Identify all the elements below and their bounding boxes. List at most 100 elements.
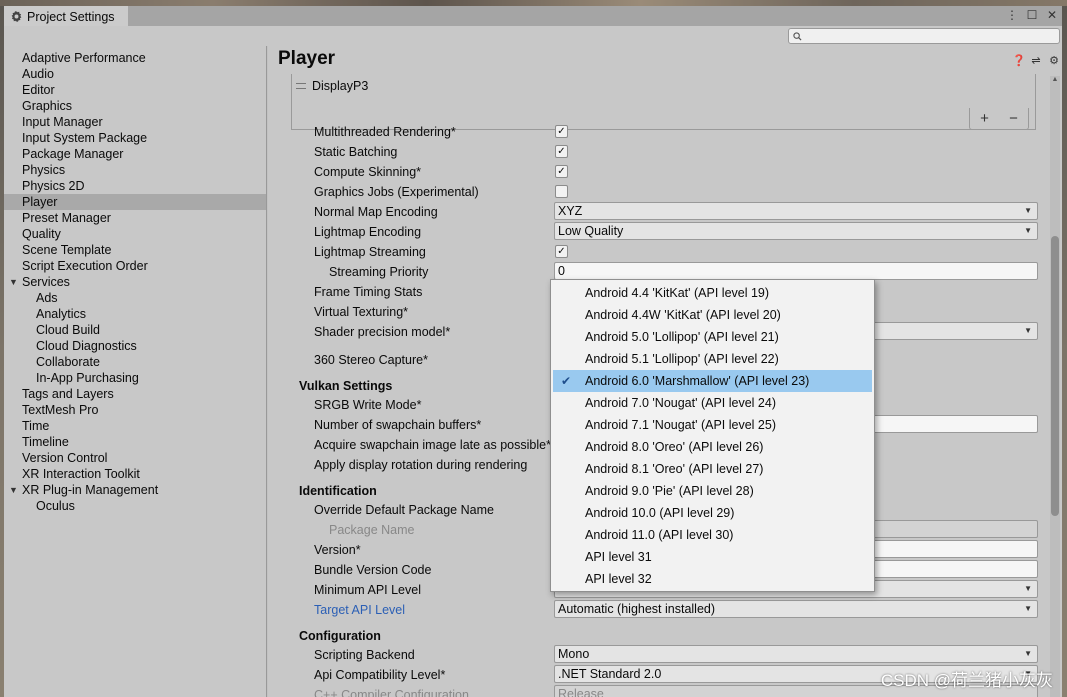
sidebar-item[interactable]: Input Manager: [4, 114, 266, 130]
sidebar-item[interactable]: Physics 2D: [4, 178, 266, 194]
api-level-option[interactable]: Android 11.0 (API level 30): [551, 524, 874, 546]
api-level-option[interactable]: Android 4.4W 'KitKat' (API level 20): [551, 304, 874, 326]
sidebar-item-label: Adaptive Performance: [22, 51, 146, 65]
compute-skinning-checkbox[interactable]: ✓: [555, 165, 568, 178]
sidebar-item[interactable]: Physics: [4, 162, 266, 178]
sidebar-item[interactable]: ▼ XR Plug-in Management: [4, 482, 266, 498]
api-level-option[interactable]: ✔ Android 6.0 'Marshmallow' (API level 23…: [553, 370, 872, 392]
sidebar-item[interactable]: Player: [4, 194, 266, 210]
configuration-header: Configuration: [299, 629, 381, 643]
sidebar-item-label: TextMesh Pro: [22, 403, 99, 417]
cpp-compiler-label: C++ Compiler Configuration: [314, 688, 469, 697]
target-api-level-popup: Android 4.4 'KitKat' (API level 19) Andro…: [550, 279, 875, 592]
chevron-down-icon: ▼: [1024, 226, 1032, 235]
api-level-option[interactable]: Android 5.0 'Lollipop' (API level 21): [551, 326, 874, 348]
sidebar-item[interactable]: Package Manager: [4, 146, 266, 162]
tab-title: Project Settings: [27, 9, 115, 24]
sidebar-item-label: Ads: [36, 291, 58, 305]
list-item-label: DisplayP3: [312, 79, 369, 93]
sidebar-item-label: Editor: [22, 83, 55, 97]
lightmap-streaming-checkbox[interactable]: ✓: [555, 245, 568, 258]
list-item[interactable]: DisplayP3: [296, 79, 368, 93]
sidebar-item-label: Scene Template: [22, 243, 112, 257]
sidebar-item[interactable]: Tags and Layers: [4, 386, 266, 402]
sidebar-item-label: Graphics: [22, 99, 73, 113]
api-level-option[interactable]: Android 5.1 'Lollipop' (API level 22): [551, 348, 874, 370]
sidebar-item-label: XR Plug-in Management: [22, 483, 159, 497]
lightmap-encoding-dropdown[interactable]: Low Quality ▼: [554, 222, 1038, 240]
add-icon[interactable]: +: [980, 110, 989, 127]
swapchain-buffers-label: Number of swapchain buffers*: [314, 418, 482, 432]
close-icon[interactable]: ✕: [1046, 8, 1058, 22]
dropdown-value: Low Quality: [558, 224, 624, 238]
api-level-option[interactable]: API level 31: [551, 546, 874, 568]
option-label: Android 7.0 'Nougat' (API level 24): [585, 396, 776, 410]
sidebar-item[interactable]: Quality: [4, 226, 266, 242]
caret-down-icon[interactable]: ▼: [9, 482, 18, 498]
preset-icon[interactable]: ⇌: [1030, 54, 1042, 67]
api-level-option[interactable]: Android 8.0 'Oreo' (API level 26): [551, 436, 874, 458]
sidebar-item[interactable]: Timeline: [4, 434, 266, 450]
sidebar-item[interactable]: Ads: [4, 290, 266, 306]
streaming-priority-field[interactable]: 0: [554, 262, 1038, 280]
sidebar-item[interactable]: Script Execution Order: [4, 258, 266, 274]
sidebar-item-label: Quality: [22, 227, 61, 241]
api-level-option[interactable]: Android 8.1 'Oreo' (API level 27): [551, 458, 874, 480]
scrollbar-thumb[interactable]: [1051, 236, 1059, 516]
maximize-icon[interactable]: ☐: [1026, 8, 1038, 22]
compute-skinning-label: Compute Skinning*: [314, 165, 422, 179]
api-level-option[interactable]: Android 4.4 'KitKat' (API level 19): [551, 282, 874, 304]
sidebar-item[interactable]: XR Interaction Toolkit: [4, 466, 266, 482]
scroll-up-icon[interactable]: ▲: [1050, 76, 1060, 83]
menu-icon[interactable]: ⋮: [1006, 8, 1018, 22]
sidebar-item[interactable]: In-App Purchasing: [4, 370, 266, 386]
api-level-option[interactable]: Android 7.1 'Nougat' (API level 25): [551, 414, 874, 436]
drag-handle-icon[interactable]: [296, 83, 306, 89]
vertical-scrollbar[interactable]: ▲: [1050, 76, 1060, 697]
sidebar-item[interactable]: Collaborate: [4, 354, 266, 370]
search-input[interactable]: [788, 28, 1060, 44]
sidebar-item[interactable]: Oculus: [4, 498, 266, 514]
dropdown-value: Mono: [558, 647, 590, 661]
sidebar-item[interactable]: Version Control: [4, 450, 266, 466]
multithreaded-rendering-checkbox[interactable]: ✓: [555, 125, 568, 138]
graphics-jobs-checkbox[interactable]: [555, 185, 568, 198]
sidebar-item[interactable]: TextMesh Pro: [4, 402, 266, 418]
normal-map-encoding-dropdown[interactable]: XYZ ▼: [554, 202, 1038, 220]
api-level-option[interactable]: API level 32: [551, 568, 874, 590]
multithreaded-rendering-label: Multithreaded Rendering*: [314, 125, 456, 139]
sidebar-item[interactable]: Editor: [4, 82, 266, 98]
static-batching-checkbox[interactable]: ✓: [555, 145, 568, 158]
sidebar-item[interactable]: Audio: [4, 66, 266, 82]
sidebar-item[interactable]: Input System Package: [4, 130, 266, 146]
option-label: Android 9.0 'Pie' (API level 28): [585, 484, 754, 498]
sidebar-item[interactable]: Time: [4, 418, 266, 434]
tab-project-settings[interactable]: Project Settings: [4, 6, 128, 27]
scripting-backend-dropdown[interactable]: Mono ▼: [554, 645, 1038, 663]
package-name-label: Package Name: [329, 523, 415, 537]
sidebar-item-label: Preset Manager: [22, 211, 111, 225]
sidebar-item[interactable]: Graphics: [4, 98, 266, 114]
lightmap-streaming-label: Lightmap Streaming: [314, 245, 426, 259]
sidebar-item[interactable]: Analytics: [4, 306, 266, 322]
api-level-option[interactable]: Android 9.0 'Pie' (API level 28): [551, 480, 874, 502]
sidebar-item[interactable]: Scene Template: [4, 242, 266, 258]
option-label: Android 5.1 'Lollipop' (API level 22): [585, 352, 779, 366]
option-label: Android 7.1 'Nougat' (API level 25): [585, 418, 776, 432]
sidebar-item[interactable]: Cloud Build: [4, 322, 266, 338]
target-api-level-dropdown[interactable]: Automatic (highest installed) ▼: [554, 600, 1038, 618]
sidebar-item[interactable]: Cloud Diagnostics: [4, 338, 266, 354]
chevron-down-icon: ▼: [1024, 604, 1032, 613]
help-icon[interactable]: ❓: [1012, 54, 1026, 67]
remove-icon[interactable]: −: [1009, 110, 1018, 127]
api-level-option[interactable]: Android 10.0 (API level 29): [551, 502, 874, 524]
settings-gear-icon[interactable]: ⚙: [1048, 54, 1060, 67]
api-level-option[interactable]: Android 7.0 'Nougat' (API level 24): [551, 392, 874, 414]
sidebar-item[interactable]: ▼ Services: [4, 274, 266, 290]
caret-down-icon[interactable]: ▼: [9, 274, 18, 290]
sidebar-item[interactable]: Adaptive Performance: [4, 50, 266, 66]
sidebar-item[interactable]: Preset Manager: [4, 210, 266, 226]
sidebar-item-label: Version Control: [22, 451, 108, 465]
bundle-version-code-label: Bundle Version Code: [314, 563, 432, 577]
sidebar-item-label: XR Interaction Toolkit: [22, 467, 140, 481]
